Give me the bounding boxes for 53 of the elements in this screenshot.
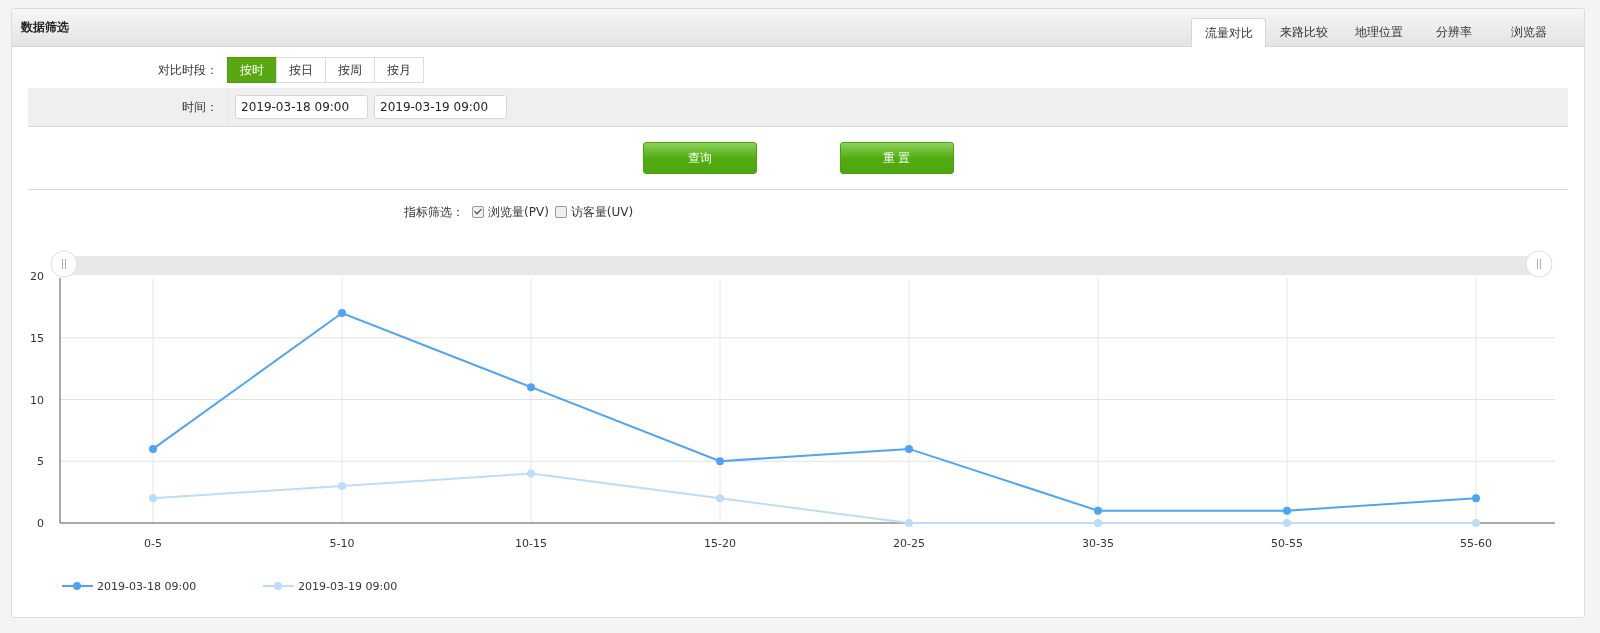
checkbox[interactable] [554, 206, 567, 218]
x-axis-label: 30-35 [1082, 537, 1114, 550]
y-axis-label: 10 [30, 393, 44, 407]
data-point [716, 457, 724, 466]
period-option[interactable]: 按日 [276, 57, 326, 83]
field-label: 时间： [28, 88, 229, 126]
data-point [527, 383, 535, 392]
data-point [149, 494, 157, 503]
data-point [1283, 506, 1291, 515]
data-point [149, 444, 157, 453]
legend-marker [61, 582, 94, 590]
data-point [1094, 519, 1102, 527]
x-axis-label: 0-5 [144, 537, 162, 550]
field-label: 指标筛选： [404, 203, 464, 221]
y-axis-label: 20 [30, 270, 44, 283]
y-axis-label: 0 [37, 517, 44, 530]
tab[interactable]: 来路比较 [1266, 18, 1341, 46]
legend-label: 2019-03-19 09:00 [298, 580, 398, 593]
legend-label: 2019-03-18 09:00 [97, 580, 197, 593]
slider-handle[interactable] [50, 250, 78, 278]
period-option[interactable]: 按周 [325, 57, 375, 83]
tab[interactable]: 地理位置 [1341, 18, 1416, 46]
checkbox[interactable] [472, 206, 484, 218]
tab[interactable]: 分辨率 [1416, 18, 1491, 46]
x-axis-label: 50-55 [1271, 537, 1303, 550]
data-point [1472, 519, 1480, 527]
data-point [527, 469, 535, 478]
slider-handle[interactable] [1525, 250, 1553, 278]
tab[interactable]: 流量对比 [1191, 18, 1266, 47]
date-input-field[interactable]: 2019-03-19 09:00 [374, 95, 507, 119]
panel-title: 数据筛选 [21, 19, 69, 36]
y-axis-label: 5 [37, 455, 44, 469]
data-point [1283, 519, 1291, 527]
legend-marker [262, 582, 295, 590]
data-point [1094, 506, 1102, 515]
x-axis-label: 15-20 [704, 537, 736, 550]
checkbox-label[interactable]: 访客量(UV) [570, 203, 634, 221]
x-axis-label: 5-10 [329, 537, 355, 550]
x-axis-label: 20-25 [893, 537, 925, 550]
data-point [905, 444, 913, 453]
data-point [338, 481, 346, 490]
data-point [716, 494, 724, 503]
x-axis-label: 55-60 [1460, 537, 1492, 550]
field-label: 对比时段： [157, 61, 219, 79]
data-point [338, 309, 346, 318]
checkbox-label[interactable]: 浏览量(PV) [488, 203, 549, 221]
date-input-field[interactable]: 2019-03-18 09:00 [235, 95, 368, 119]
period-option[interactable]: 按月 [374, 57, 424, 83]
y-axis-label: 15 [30, 331, 44, 345]
tab[interactable]: 浏览器 [1491, 18, 1566, 46]
data-point [1472, 494, 1480, 503]
x-axis-label: 10-15 [515, 537, 547, 550]
data-point [905, 519, 913, 527]
